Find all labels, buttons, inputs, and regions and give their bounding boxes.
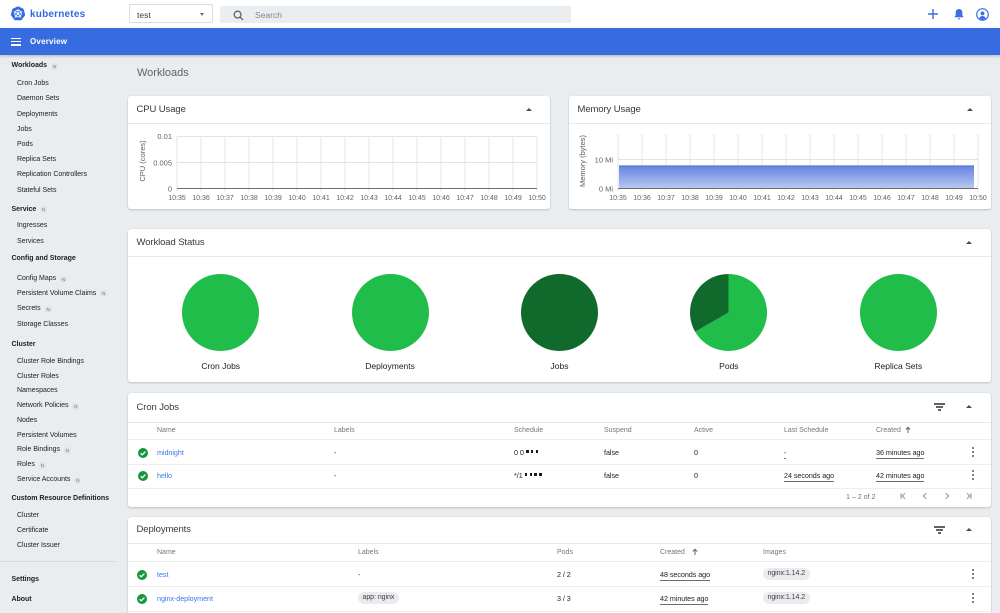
svg-text:0 Mi: 0 Mi <box>599 185 614 194</box>
svg-text:10:35: 10:35 <box>168 195 186 202</box>
svg-text:10:43: 10:43 <box>801 195 819 202</box>
svg-text:10:50: 10:50 <box>969 195 987 202</box>
svg-text:10:49: 10:49 <box>945 195 963 202</box>
svg-text:10:40: 10:40 <box>288 195 306 202</box>
svg-text:10 Mi: 10 Mi <box>595 155 614 164</box>
svg-text:10:46: 10:46 <box>432 195 450 202</box>
svg-text:10:45: 10:45 <box>849 195 867 202</box>
svg-text:CPU (cores): CPU (cores) <box>138 140 147 182</box>
svg-text:10:38: 10:38 <box>240 195 258 202</box>
svg-text:10:37: 10:37 <box>657 195 675 202</box>
svg-text:10:49: 10:49 <box>504 195 522 202</box>
svg-text:10:46: 10:46 <box>873 195 891 202</box>
svg-text:Memory (bytes): Memory (bytes) <box>578 134 587 187</box>
svg-text:10:47: 10:47 <box>456 195 474 202</box>
svg-text:10:36: 10:36 <box>192 195 210 202</box>
svg-text:10:39: 10:39 <box>705 195 723 202</box>
svg-text:10:35: 10:35 <box>609 195 627 202</box>
svg-text:10:42: 10:42 <box>777 195 795 202</box>
svg-text:10:45: 10:45 <box>408 195 426 202</box>
svg-text:10:42: 10:42 <box>336 195 354 202</box>
svg-text:10:38: 10:38 <box>681 195 699 202</box>
svg-text:10:48: 10:48 <box>921 195 939 202</box>
svg-text:10:41: 10:41 <box>753 195 771 202</box>
svg-text:10:36: 10:36 <box>633 195 651 202</box>
svg-text:10:50: 10:50 <box>528 195 546 202</box>
svg-text:10:39: 10:39 <box>264 195 282 202</box>
svg-text:10:37: 10:37 <box>216 195 234 202</box>
svg-text:0.005: 0.005 <box>153 159 172 168</box>
svg-text:10:40: 10:40 <box>729 195 747 202</box>
svg-text:10:44: 10:44 <box>825 195 843 202</box>
svg-text:0.01: 0.01 <box>157 132 172 141</box>
svg-text:10:48: 10:48 <box>480 195 498 202</box>
svg-text:10:43: 10:43 <box>360 195 378 202</box>
svg-text:10:44: 10:44 <box>384 195 402 202</box>
svg-text:10:47: 10:47 <box>897 195 915 202</box>
svg-text:0: 0 <box>168 185 172 194</box>
svg-text:10:41: 10:41 <box>312 195 330 202</box>
